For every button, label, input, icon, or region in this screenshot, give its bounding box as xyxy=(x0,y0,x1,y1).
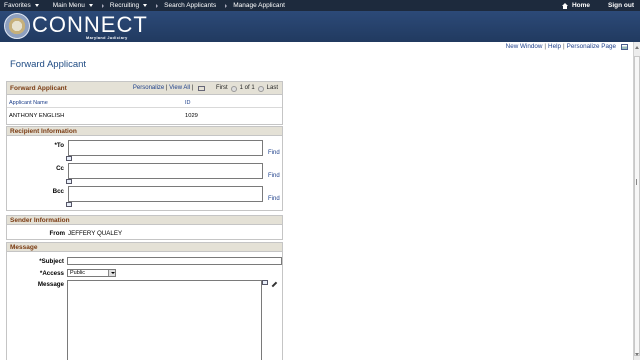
home-label: Home xyxy=(571,2,590,9)
table-row: ANTHONY ENGLISH 1029 xyxy=(7,108,282,123)
cc-label: Cc xyxy=(56,165,64,172)
message-textarea[interactable] xyxy=(67,280,262,360)
personalize-page-link[interactable]: Personalize Page xyxy=(567,43,616,50)
page-links: New Window | Help | Personalize Page xyxy=(506,43,628,50)
grid-navigation: Personalize | View All | First 1 of 1 La… xyxy=(133,82,278,95)
forward-applicant-grid: Forward Applicant Personalize | View All… xyxy=(6,81,283,125)
breadcrumb-separator-icon xyxy=(225,3,228,8)
sender-information-panel: Sender Information From JEFFERY QUALEY xyxy=(6,215,283,240)
from-label: From xyxy=(49,230,65,237)
cc-field[interactable] xyxy=(68,163,263,179)
access-select[interactable]: Public xyxy=(67,269,116,277)
breadcrumb-label: Search Applicants xyxy=(164,2,217,9)
personalize-grid-link[interactable]: Personalize xyxy=(133,82,164,95)
view-all-link[interactable]: View All xyxy=(169,82,190,95)
top-nav: Favorites Main Menu Recruiting Search Ap… xyxy=(0,0,640,11)
column-header-id[interactable]: ID xyxy=(185,100,191,106)
spell-check-icon[interactable] xyxy=(66,202,72,207)
maryland-seal-icon xyxy=(4,13,30,39)
edit-icon[interactable] xyxy=(268,278,278,288)
grid-column-headers: Applicant Name ID xyxy=(7,96,282,108)
separator: | xyxy=(544,43,547,50)
page-layout-icon[interactable] xyxy=(621,43,628,50)
subject-label: *Subject xyxy=(39,258,64,265)
grid-title: Forward Applicant xyxy=(10,85,67,92)
cc-find-link[interactable]: Find xyxy=(268,173,280,179)
favorites-label: Favorites xyxy=(4,2,31,9)
breadcrumb-label: Recruiting xyxy=(109,2,140,9)
vertical-scrollbar[interactable] xyxy=(633,42,640,360)
dropdown-arrow-icon[interactable] xyxy=(108,270,115,276)
download-icon[interactable] xyxy=(197,86,205,91)
scroll-up-icon[interactable] xyxy=(635,46,639,49)
new-window-link[interactable]: New Window xyxy=(506,43,543,50)
last-label[interactable]: Last xyxy=(267,82,278,95)
breadcrumb-manage-applicant[interactable]: Manage Applicant xyxy=(225,2,285,9)
chevron-down-icon xyxy=(143,4,148,7)
separator: | xyxy=(190,85,195,91)
to-field[interactable] xyxy=(68,140,263,156)
grid-header: Forward Applicant Personalize | View All… xyxy=(7,82,282,95)
from-value: JEFFERY QUALEY xyxy=(68,230,123,237)
access-selected-value: Public xyxy=(70,270,85,276)
page-title: Forward Applicant xyxy=(10,59,87,70)
logo-subtitle: Maryland Judiciary xyxy=(86,36,128,40)
applicant-name-cell: ANTHONY ENGLISH xyxy=(9,113,65,119)
row-range: 1 of 1 xyxy=(239,85,255,91)
bcc-label: Bcc xyxy=(52,188,64,195)
recipient-header: Recipient Information xyxy=(7,127,282,136)
main-menu[interactable]: Main Menu xyxy=(53,2,93,9)
subject-input[interactable] xyxy=(67,257,282,265)
breadcrumb-separator-icon xyxy=(101,3,104,8)
home-icon xyxy=(561,2,569,9)
breadcrumb-recruiting[interactable]: Recruiting xyxy=(101,2,148,9)
favorites-menu[interactable]: Favorites xyxy=(4,2,39,9)
spell-check-icon[interactable] xyxy=(66,156,72,161)
spell-check-icon[interactable] xyxy=(262,280,268,285)
sender-header: Sender Information xyxy=(7,216,282,225)
breadcrumb-label: Manage Applicant xyxy=(233,2,285,9)
first-label[interactable]: First xyxy=(216,82,228,95)
access-label: *Access xyxy=(39,270,64,277)
to-find-link[interactable]: Find xyxy=(268,150,280,156)
grip-icon xyxy=(636,179,639,185)
spell-check-icon[interactable] xyxy=(66,179,72,184)
scroll-down-icon[interactable] xyxy=(635,353,639,356)
next-row-icon[interactable] xyxy=(257,85,264,92)
bcc-find-link[interactable]: Find xyxy=(268,196,280,202)
sign-out-link[interactable]: Sign out xyxy=(608,2,634,9)
app-banner: CONNECT Maryland Judiciary xyxy=(0,11,640,42)
message-label: Message xyxy=(37,281,64,288)
recipient-information-panel: Recipient Information *To Find Cc Find B… xyxy=(6,126,283,211)
message-header: Message xyxy=(7,243,282,252)
main-menu-label: Main Menu xyxy=(52,2,85,9)
bcc-field[interactable] xyxy=(68,186,263,202)
applicant-id-cell: 1029 xyxy=(185,113,198,119)
nav-right: Home Sign out xyxy=(561,0,640,11)
chevron-down-icon xyxy=(88,4,93,7)
previous-row-icon[interactable] xyxy=(230,85,237,92)
logo-text: CONNECT xyxy=(32,12,148,37)
message-panel: Message *Subject *Access Public Message xyxy=(6,242,283,360)
help-link[interactable]: Help xyxy=(548,43,561,50)
breadcrumb-separator-icon xyxy=(156,3,159,8)
to-label: *To xyxy=(54,142,64,149)
message-tools xyxy=(262,278,278,288)
home-link[interactable]: Home xyxy=(561,2,590,9)
scrollbar-thumb[interactable] xyxy=(634,56,640,356)
column-header-applicant-name[interactable]: Applicant Name xyxy=(9,100,48,106)
breadcrumb-search-applicants[interactable]: Search Applicants xyxy=(156,2,216,9)
chevron-down-icon xyxy=(34,4,39,7)
separator: | xyxy=(563,43,565,50)
